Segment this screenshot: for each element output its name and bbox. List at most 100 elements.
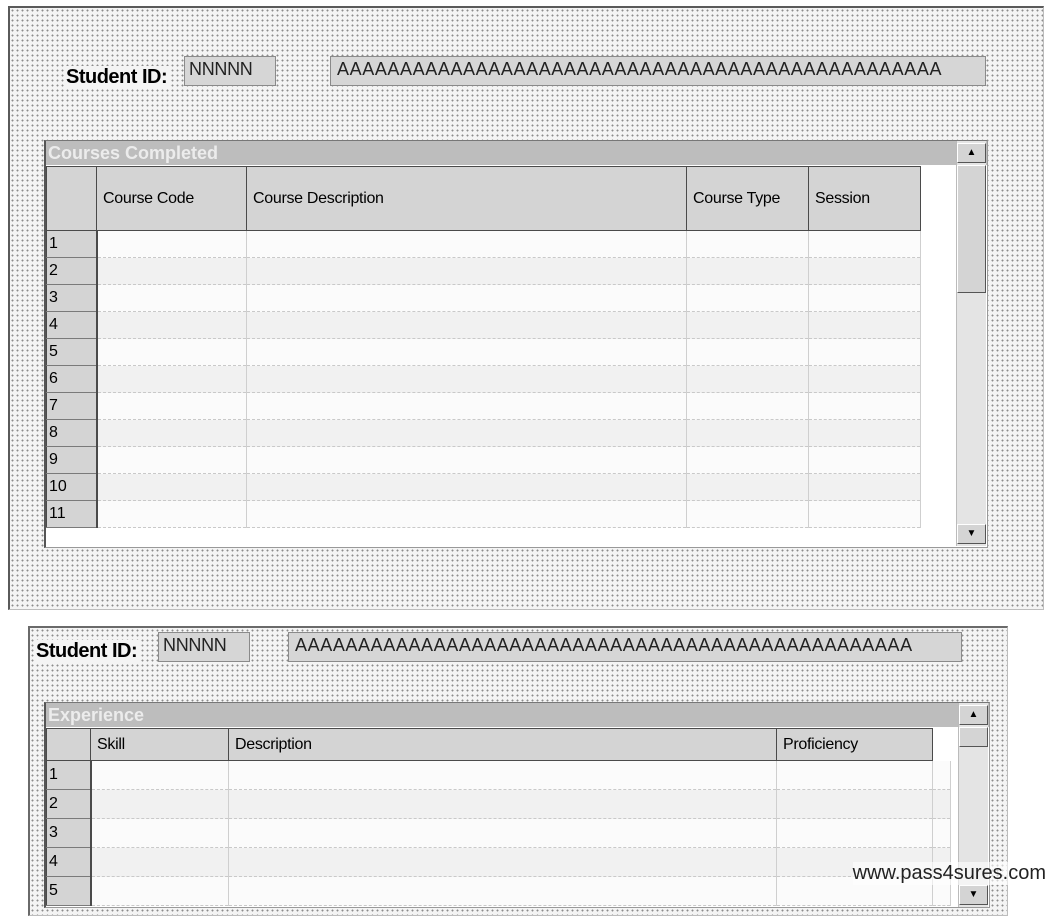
column-header-proficiency[interactable]: Proficiency (776, 728, 933, 761)
course-type-cell[interactable] (686, 500, 809, 528)
course-description-cell[interactable] (246, 311, 687, 339)
scroll-thumb[interactable] (959, 727, 988, 747)
row-number[interactable]: 11 (46, 500, 98, 528)
row-number[interactable]: 2 (46, 257, 98, 285)
skill-cell[interactable] (90, 760, 229, 790)
course-type-cell[interactable] (686, 473, 809, 501)
proficiency-cell[interactable] (776, 818, 933, 848)
description-cell[interactable] (228, 847, 777, 877)
course-description-cell[interactable] (246, 338, 687, 366)
course-type-cell[interactable] (686, 419, 809, 447)
student-id-field[interactable]: NNNNN (158, 632, 250, 662)
course-description-cell[interactable] (246, 500, 687, 528)
course-code-cell[interactable] (96, 500, 247, 528)
row-number[interactable]: 1 (46, 760, 92, 790)
course-code-cell[interactable] (96, 311, 247, 339)
course-description-cell[interactable] (246, 365, 687, 393)
course-description-cell[interactable] (246, 419, 687, 447)
triangle-up-icon: ▲ (966, 147, 977, 158)
row-number[interactable]: 3 (46, 284, 98, 312)
description-cell[interactable] (228, 789, 777, 819)
row-number[interactable]: 7 (46, 392, 98, 420)
session-cell[interactable] (808, 338, 921, 366)
course-description-cell[interactable] (246, 257, 687, 285)
student-id-field[interactable]: NNNNN (184, 56, 276, 86)
row-number[interactable]: 3 (46, 818, 92, 848)
course-description-cell[interactable] (246, 230, 687, 258)
skill-cell[interactable] (90, 847, 229, 877)
row-number[interactable]: 5 (46, 876, 92, 906)
courses-vertical-scrollbar[interactable]: ▲ ▼ (956, 141, 986, 546)
course-type-cell[interactable] (686, 257, 809, 285)
column-header-course-description[interactable]: Course Description (246, 166, 687, 231)
scroll-down-button[interactable]: ▼ (959, 885, 988, 905)
skill-cell[interactable] (90, 789, 229, 819)
student-id-label: Student ID: (34, 640, 140, 663)
scroll-down-button[interactable]: ▼ (957, 524, 986, 544)
courses-grid: Course Code Course Description Course Ty… (46, 166, 921, 528)
course-code-cell[interactable] (96, 419, 247, 447)
row-filler (932, 760, 951, 790)
courses-form: Student ID: NNNNN AAAAAAAAAAAAAAAAAAAAAA… (8, 6, 1044, 610)
grid-corner (46, 166, 97, 231)
header-filler (932, 728, 951, 761)
column-header-description[interactable]: Description (228, 728, 777, 761)
skill-cell[interactable] (90, 818, 229, 848)
description-cell[interactable] (228, 818, 777, 848)
course-code-cell[interactable] (96, 473, 247, 501)
session-cell[interactable] (808, 365, 921, 393)
course-code-cell[interactable] (96, 230, 247, 258)
course-type-cell[interactable] (686, 230, 809, 258)
student-name-field[interactable]: AAAAAAAAAAAAAAAAAAAAAAAAAAAAAAAAAAAAAAAA… (288, 632, 962, 662)
course-description-cell[interactable] (246, 392, 687, 420)
course-type-cell[interactable] (686, 446, 809, 474)
row-number[interactable]: 6 (46, 365, 98, 393)
course-description-cell[interactable] (246, 284, 687, 312)
proficiency-cell[interactable] (776, 789, 933, 819)
student-name-field[interactable]: AAAAAAAAAAAAAAAAAAAAAAAAAAAAAAAAAAAAAAAA… (330, 56, 986, 86)
skill-cell[interactable] (90, 876, 229, 906)
course-type-cell[interactable] (686, 365, 809, 393)
experience-grid: Skill Description Proficiency 1 2 3 4 5 (46, 728, 951, 906)
scroll-thumb[interactable] (957, 165, 986, 293)
course-code-cell[interactable] (96, 446, 247, 474)
course-description-cell[interactable] (246, 473, 687, 501)
session-cell[interactable] (808, 419, 921, 447)
course-code-cell[interactable] (96, 338, 247, 366)
course-code-cell[interactable] (96, 392, 247, 420)
course-code-cell[interactable] (96, 365, 247, 393)
column-header-skill[interactable]: Skill (90, 728, 229, 761)
course-type-cell[interactable] (686, 311, 809, 339)
column-header-course-type[interactable]: Course Type (686, 166, 809, 231)
column-header-course-code[interactable]: Course Code (96, 166, 247, 231)
session-cell[interactable] (808, 446, 921, 474)
course-description-cell[interactable] (246, 446, 687, 474)
row-number[interactable]: 2 (46, 789, 92, 819)
course-type-cell[interactable] (686, 338, 809, 366)
session-cell[interactable] (808, 284, 921, 312)
description-cell[interactable] (228, 760, 777, 790)
row-number[interactable]: 9 (46, 446, 98, 474)
session-cell[interactable] (808, 392, 921, 420)
session-cell[interactable] (808, 500, 921, 528)
row-number[interactable]: 8 (46, 419, 98, 447)
course-type-cell[interactable] (686, 392, 809, 420)
subform-title: Courses Completed (46, 141, 987, 165)
session-cell[interactable] (808, 473, 921, 501)
scroll-up-button[interactable]: ▲ (957, 143, 986, 163)
row-number[interactable]: 4 (46, 311, 98, 339)
column-header-session[interactable]: Session (808, 166, 921, 231)
row-number[interactable]: 5 (46, 338, 98, 366)
session-cell[interactable] (808, 311, 921, 339)
course-type-cell[interactable] (686, 284, 809, 312)
session-cell[interactable] (808, 230, 921, 258)
row-number[interactable]: 10 (46, 473, 98, 501)
course-code-cell[interactable] (96, 257, 247, 285)
proficiency-cell[interactable] (776, 760, 933, 790)
row-number[interactable]: 1 (46, 230, 98, 258)
session-cell[interactable] (808, 257, 921, 285)
description-cell[interactable] (228, 876, 777, 906)
course-code-cell[interactable] (96, 284, 247, 312)
row-number[interactable]: 4 (46, 847, 92, 877)
scroll-up-button[interactable]: ▲ (959, 705, 988, 725)
